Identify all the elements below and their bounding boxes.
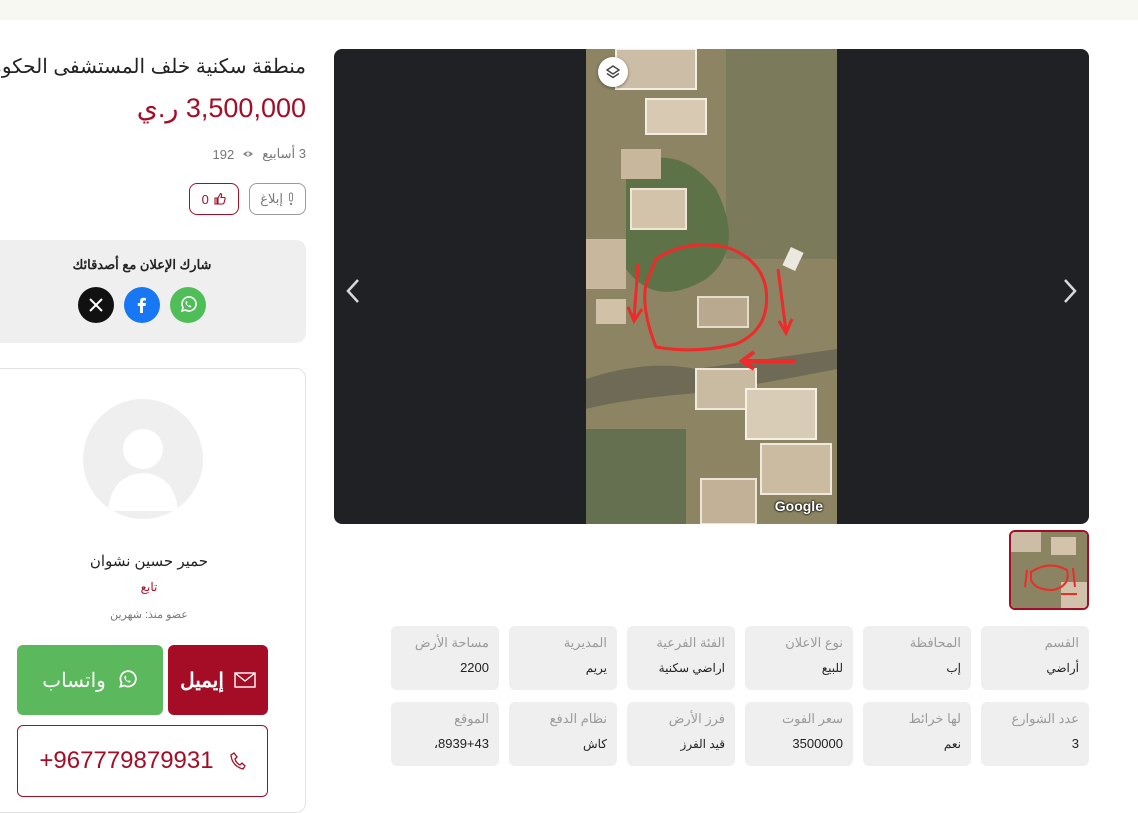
detail-label: فرز الأرض	[668, 711, 725, 726]
layers-icon	[605, 65, 621, 79]
detail-category: القسم أراضي	[981, 626, 1089, 690]
seller-card: حمير حسين نشوان تابع عضو منذ: شهرين واتس…	[0, 368, 306, 813]
avatar[interactable]	[83, 399, 203, 519]
detail-has-maps: لها خرائط نعم	[863, 702, 971, 766]
detail-value: 3	[1071, 736, 1079, 751]
detail-value: اراضي سكنية	[658, 661, 725, 675]
share-panel: شارك الإعلان مع أصدقائك	[0, 240, 306, 343]
member-since: عضو منذ: شهرين	[110, 609, 188, 621]
detail-price-per-foot: سعر الفوت 3500000	[745, 702, 853, 766]
listing-title: منطقة سكنية خلف المستشفى الحكومي	[0, 56, 306, 78]
detail-value: قيد الفرز	[680, 737, 725, 751]
report-label: إبلاغ	[260, 191, 283, 206]
satellite-map-image	[586, 49, 837, 524]
listing-views: 192	[212, 146, 235, 162]
listing-price: 3,500,000 ر.ي	[136, 93, 306, 123]
phone-button[interactable]: +967779879931	[17, 725, 268, 797]
detail-value: للبيع	[821, 661, 843, 675]
detail-label: سعر الفوت	[781, 711, 843, 726]
phone-icon	[229, 752, 246, 770]
chevron-left-icon	[346, 279, 359, 303]
detail-value: إب	[946, 661, 961, 675]
gallery-prev-button[interactable]	[338, 271, 368, 311]
like-count: 0	[201, 191, 209, 207]
chevron-right-icon	[1064, 279, 1077, 303]
share-icons	[78, 287, 206, 323]
detail-value: 8939+43،	[433, 736, 489, 751]
seller-name: حمير حسين نشوان	[89, 553, 209, 570]
whatsapp-button[interactable]: واتساب	[17, 645, 163, 715]
x-icon	[89, 298, 103, 312]
gallery-next-button[interactable]	[1055, 271, 1085, 311]
listing-photo[interactable]: Google	[586, 49, 837, 524]
listing-age: 3 أسابيع	[262, 146, 306, 161]
detail-label: عدد الشوارع	[1011, 711, 1079, 726]
gallery-thumbnail[interactable]	[1009, 530, 1089, 610]
detail-label: القسم	[1044, 635, 1079, 650]
share-x-button[interactable]	[78, 287, 114, 323]
details-grid: القسم أراضي المحافظة إب نوع الاعلان للبيع ا…	[391, 626, 1089, 766]
detail-value: 3500000	[792, 736, 843, 751]
detail-location: الموقع 8939+43،	[391, 702, 499, 766]
detail-streets-count: عدد الشوارع 3	[981, 702, 1089, 766]
detail-label: نظام الدفع	[549, 711, 607, 726]
thumbnail-image	[1011, 532, 1087, 608]
detail-value: أراضي	[1046, 661, 1079, 675]
detail-subcategory: الفئة الفرعية اراضي سكنية	[627, 626, 735, 690]
whatsapp-label: واتساب	[42, 669, 106, 692]
detail-value: يريم	[585, 661, 607, 675]
phone-number: +967779879931	[39, 747, 214, 774]
exclamation-icon	[289, 192, 293, 206]
google-watermark: Google	[774, 498, 823, 514]
detail-label: الفئة الفرعية	[656, 635, 725, 650]
share-title: شارك الإعلان مع أصدقائك	[72, 257, 212, 272]
map-layers-button[interactable]	[598, 57, 628, 87]
detail-value: كاش	[582, 737, 607, 751]
like-button[interactable]: 0	[189, 183, 240, 215]
detail-label: لها خرائط	[908, 711, 961, 726]
thumbs-up-icon	[214, 192, 226, 205]
detail-label: نوع الاعلان	[785, 635, 843, 650]
user-placeholder-icon	[108, 429, 178, 511]
listing-actions: إبلاغ 0	[189, 183, 306, 215]
envelope-icon	[234, 672, 256, 688]
share-whatsapp-button[interactable]	[170, 287, 206, 323]
detail-label: الموقع	[454, 711, 489, 726]
detail-governorate: المحافظة إب	[863, 626, 971, 690]
detail-payment-system: نظام الدفع كاش	[509, 702, 617, 766]
detail-land-sorting: فرز الأرض قيد الفرز	[627, 702, 735, 766]
listing-meta: 3 أسابيع 192	[213, 146, 306, 162]
eye-icon	[242, 149, 254, 159]
detail-value: نعم	[943, 737, 961, 751]
detail-ad-type: نوع الاعلان للبيع	[745, 626, 853, 690]
facebook-icon	[137, 297, 146, 313]
image-gallery: Google	[334, 49, 1089, 524]
report-button[interactable]: إبلاغ	[249, 183, 306, 215]
detail-district: المديرية يريم	[509, 626, 617, 690]
email-button[interactable]: إيميل	[168, 645, 268, 715]
whatsapp-icon	[180, 296, 197, 313]
follow-link[interactable]: تابع	[1, 580, 297, 594]
detail-land-area: مساحة الأرض 2200	[391, 626, 499, 690]
detail-label: المديرية	[563, 635, 607, 650]
top-bar	[0, 0, 1138, 20]
whatsapp-icon	[118, 670, 137, 688]
detail-value: 2200	[460, 660, 489, 675]
email-label: إيميل	[180, 669, 224, 692]
share-facebook-button[interactable]	[124, 287, 160, 323]
detail-label: مساحة الأرض	[414, 635, 489, 650]
detail-label: المحافظة	[909, 635, 961, 650]
